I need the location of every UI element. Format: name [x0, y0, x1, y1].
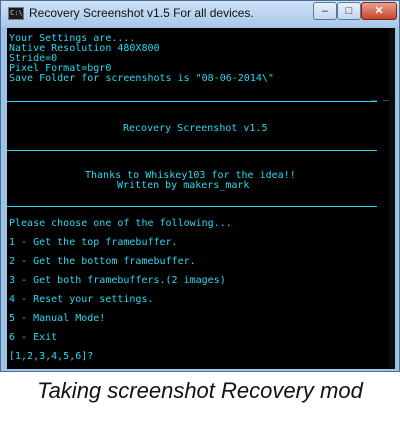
title-bar[interactable]: C:\ Recovery Screenshot v1.5 For all dev…: [1, 1, 399, 27]
settings-save-folder: Save Folder for screenshots is "08-06-20…: [9, 73, 274, 84]
separator-line-middle: [7, 150, 377, 151]
minimize-button[interactable]: –: [313, 2, 337, 20]
menu-option-2: 2 - Get the bottom framebuffer.: [9, 256, 196, 267]
console-app-icon: C:\: [8, 7, 24, 20]
maximize-button[interactable]: □: [337, 2, 361, 20]
separator-mark: _ _: [371, 90, 390, 101]
header-title: Recovery Screenshot v1.5: [123, 123, 268, 134]
credits-author: Written by makers_mark: [117, 180, 250, 191]
console-window: C:\ Recovery Screenshot v1.5 For all dev…: [0, 0, 400, 372]
menu-option-4: 4 - Reset your settings.: [9, 294, 154, 305]
menu-option-5: 5 - Manual Mode!: [9, 313, 106, 324]
menu-option-1: 1 - Get the top framebuffer.: [9, 237, 178, 248]
separator-line-top: [7, 101, 377, 102]
window-title: Recovery Screenshot v1.5 For all devices…: [29, 6, 254, 20]
menu-prompt: Please choose one of the following...: [9, 218, 232, 229]
console-scrollbar[interactable]: [389, 28, 395, 369]
menu-option-3: 3 - Get both framebuffers.(2 images): [9, 275, 226, 286]
separator-line-bottom: [7, 206, 377, 207]
input-prompt[interactable]: [1,2,3,4,5,6]?: [9, 352, 93, 362]
console-output[interactable]: Your Settings are.... Native Resolution …: [7, 28, 395, 369]
menu-option-6: 6 - Exit: [9, 332, 58, 343]
close-button[interactable]: ✕: [361, 2, 397, 20]
image-caption: Taking screenshot Recovery mod: [37, 378, 363, 403]
